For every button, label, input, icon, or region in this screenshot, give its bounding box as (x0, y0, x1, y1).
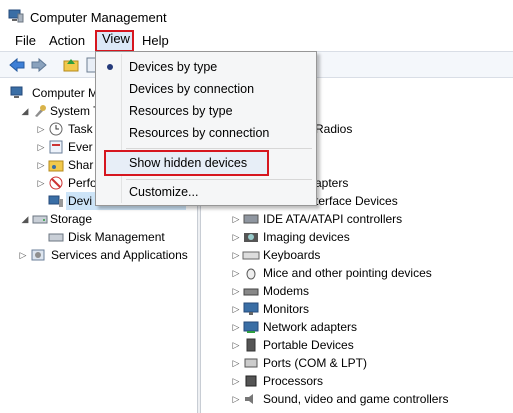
expand-arrow-icon: ▷ (232, 376, 240, 386)
expand-arrow-icon: ▷ (232, 394, 240, 404)
menu-separator (126, 179, 312, 180)
menu-item-resources-by-connection[interactable]: Resources by connection (98, 122, 314, 144)
item-label: Shar (68, 158, 94, 172)
port-icon (244, 358, 258, 368)
item-label: Resources by connection (129, 126, 270, 140)
item-label: IDE ATA/ATAPI controllers (263, 212, 403, 226)
window-title: Computer Management (30, 10, 167, 25)
expand-arrow-icon[interactable]: ▷ (36, 138, 46, 156)
item-label: Customize... (129, 185, 199, 199)
expand-arrow-icon: ▷ (232, 286, 240, 296)
item-label: apters (315, 176, 349, 190)
item-label: Sound, video and game controllers (263, 392, 449, 406)
sound-icon (245, 394, 253, 404)
menu-item-devices-by-connection[interactable]: Devices by connection (98, 78, 314, 100)
item-label: Imaging devices (263, 230, 350, 244)
collapse-arrow-icon[interactable]: ◢ (20, 102, 30, 120)
item-label: Resources by type (129, 104, 233, 118)
item-label: Network adapters (263, 320, 358, 334)
menu-bar: File Action View Help (0, 30, 513, 52)
item-label: Mice and other pointing devices (263, 266, 432, 280)
menu-item-devices-by-type[interactable]: Devices by type (98, 56, 314, 78)
up-folder-icon[interactable] (62, 56, 80, 74)
menu-item-resources-by-type[interactable]: Resources by type (98, 100, 314, 122)
menu-action[interactable]: Action (44, 32, 90, 50)
expand-arrow-icon[interactable]: ▷ (36, 120, 46, 138)
network-adapter-icon (243, 321, 259, 333)
expand-arrow-icon: ▷ (232, 214, 240, 224)
item-label: Devices by connection (129, 82, 255, 96)
performance-icon (49, 176, 63, 190)
disk-icon (48, 233, 64, 242)
radio-bullet-icon (107, 64, 113, 70)
expand-arrow-icon: ▷ (232, 322, 240, 332)
item-label: Portable Devices (263, 338, 354, 352)
item-label: Processors (263, 374, 324, 388)
item-label: Modems (263, 284, 310, 298)
collapse-arrow-icon[interactable]: ◢ (20, 210, 30, 228)
item-label: terface Devices (315, 194, 398, 208)
item-label: Ever (68, 140, 93, 154)
item-label: Task (68, 122, 93, 136)
menu-item-customize[interactable]: Customize... (98, 181, 314, 203)
processor-icon (245, 375, 257, 387)
item-label: System T (50, 104, 101, 118)
expand-arrow-icon: ▷ (232, 268, 240, 278)
expand-arrow-icon: ▷ (232, 358, 240, 368)
item-label: Disk Management (68, 230, 165, 244)
device-manager-icon (48, 195, 63, 207)
camera-icon (244, 233, 258, 242)
item-label: Devices by type (129, 60, 218, 74)
keyboard-icon (242, 251, 260, 260)
modem-icon (243, 288, 259, 296)
item-label: Monitors (263, 302, 310, 316)
item-label: Show hidden devices (129, 156, 248, 170)
tools-icon (35, 105, 46, 117)
monitor-icon (243, 302, 259, 315)
menu-item-show-hidden-devices[interactable]: Show hidden devices (104, 150, 269, 176)
item-label: Radios (315, 122, 353, 136)
forward-arrow-icon[interactable] (30, 56, 48, 74)
item-label: Storage (50, 212, 93, 226)
shared-folder-icon (48, 160, 64, 172)
item-label: Keyboards (263, 248, 321, 262)
expand-arrow-icon: ▷ (232, 250, 240, 260)
menu-separator (126, 148, 312, 149)
item-label: Perfo (68, 176, 97, 190)
clock-icon (49, 122, 63, 136)
storage-icon (32, 215, 48, 224)
expand-arrow-icon: ▷ (232, 340, 240, 350)
mouse-icon (246, 268, 256, 280)
view-menu: Devices by type Devices by connection Re… (95, 51, 317, 206)
item-label: Services and Applications (51, 248, 188, 262)
menu-view[interactable]: View (95, 30, 134, 52)
title-bar: Computer Management (0, 0, 513, 31)
expand-arrow-icon: ▷ (232, 304, 240, 314)
event-viewer-icon (49, 140, 63, 154)
item-label: Ports (COM & LPT) (263, 356, 368, 370)
computer-management-icon (8, 9, 24, 23)
item-label: Computer M (32, 86, 99, 100)
computer-icon (10, 86, 23, 98)
services-icon (31, 249, 45, 261)
expand-arrow-icon[interactable]: ▷ (36, 174, 46, 192)
expand-arrow-icon[interactable]: ▷ (36, 156, 46, 174)
menu-file[interactable]: File (10, 32, 41, 50)
menu-help[interactable]: Help (137, 32, 174, 50)
portable-device-icon (246, 338, 256, 352)
expand-arrow-icon: ▷ (232, 232, 240, 242)
ide-controller-icon (243, 214, 259, 224)
expand-arrow-icon[interactable]: ▷ (18, 246, 28, 264)
back-arrow-icon[interactable] (8, 56, 26, 74)
